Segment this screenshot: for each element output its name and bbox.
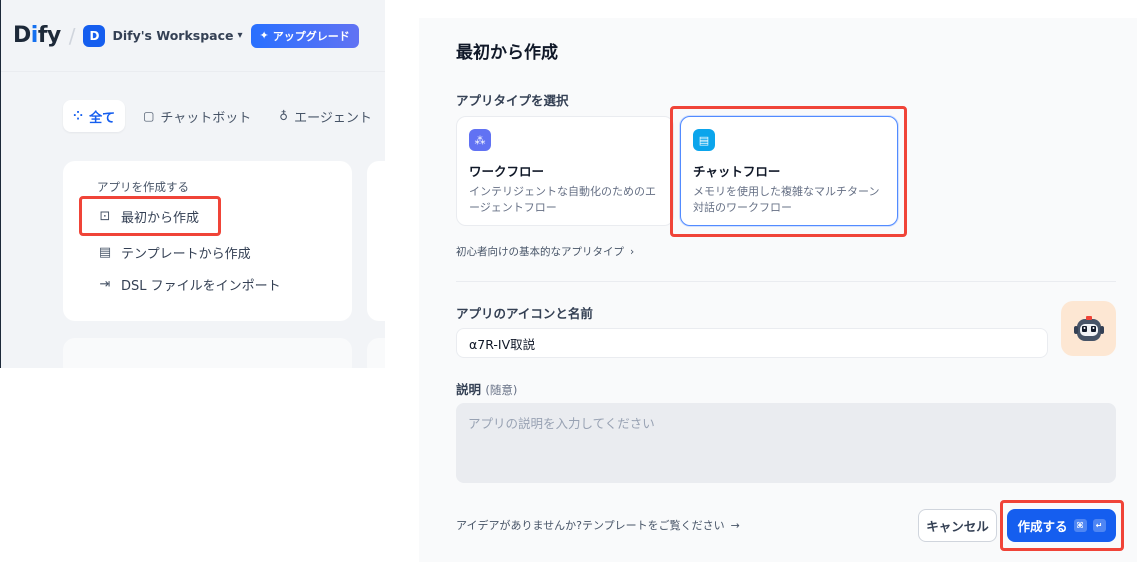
type-card-workflow[interactable]: ⁂ ワークフロー インテリジェントな自動化のためのエージェントフロー bbox=[456, 116, 674, 226]
create-from-blank[interactable]: ⊡ 最初から作成 bbox=[97, 207, 199, 226]
dialog-title: 最初から作成 bbox=[456, 43, 558, 63]
command-key-icon: ⌘ bbox=[1073, 519, 1087, 532]
chevron-right-icon: › bbox=[630, 245, 635, 258]
chevron-down-icon[interactable]: ▾ bbox=[237, 30, 242, 41]
import-icon: ⇥ bbox=[99, 277, 111, 292]
description-input[interactable] bbox=[456, 403, 1116, 483]
app-type-tabs: ⁘ 全て ▢ チャットボット ♁ エージェント ▭ bbox=[63, 100, 385, 132]
basic-app-types-link[interactable]: 初心者向けの基本的なアプリタイプ › bbox=[456, 244, 634, 259]
app-card-placeholder bbox=[63, 338, 352, 368]
import-dsl-file[interactable]: ⇥ DSL ファイルをインポート bbox=[97, 275, 281, 294]
app-name-input[interactable]: α7R-IV取説 bbox=[456, 328, 1048, 358]
app-list-panel: Dify / D Dify's Workspace ▾ ✦ アップグレード ⁘ … bbox=[0, 0, 385, 368]
new-file-icon: ⊡ bbox=[99, 209, 111, 224]
type-card-chatflow[interactable]: ▤ チャットフロー メモリを使用した複雑なマルチターン対話のワークフロー bbox=[680, 116, 898, 226]
cancel-button[interactable]: キャンセル bbox=[918, 509, 997, 542]
workspace-avatar[interactable]: D bbox=[83, 24, 106, 47]
tab-agent[interactable]: ♁ エージェント bbox=[269, 100, 382, 132]
template-icon: ▤ bbox=[98, 245, 112, 260]
arrow-right-icon: → bbox=[730, 518, 740, 532]
create-app-card: アプリを作成する ⊡ 最初から作成 ▤ テンプレートから作成 ⇥ DSL ファイ… bbox=[63, 161, 352, 321]
robot-icon[interactable] bbox=[1061, 301, 1116, 356]
enter-key-icon: ↵ bbox=[1092, 519, 1106, 532]
app-type-label: アプリタイプを選択 bbox=[456, 93, 569, 108]
breadcrumb-separator: / bbox=[68, 23, 76, 48]
divider bbox=[456, 281, 1116, 282]
create-button[interactable]: 作成する ⌘ ↵ bbox=[1007, 509, 1116, 542]
dify-logo[interactable]: Dify bbox=[13, 23, 61, 48]
upgrade-button[interactable]: ✦ アップグレード bbox=[250, 23, 359, 48]
workspace-name[interactable]: Dify's Workspace bbox=[112, 28, 233, 43]
grid-icon: ⁘ bbox=[73, 109, 84, 123]
workflow-icon: ⁂ bbox=[469, 129, 491, 151]
create-app-title: アプリを作成する bbox=[97, 180, 189, 194]
sparkle-icon: ✦ bbox=[259, 29, 269, 42]
create-from-blank-dialog: 最初から作成 アプリタイプを選択 ⁂ ワークフロー インテリジェントな自動化のた… bbox=[419, 18, 1137, 562]
tab-all[interactable]: ⁘ 全て bbox=[63, 100, 126, 132]
app-card-placeholder bbox=[367, 161, 385, 321]
chat-icon: ▢ bbox=[143, 109, 155, 123]
tab-chatbot[interactable]: ▢ チャットボット bbox=[133, 100, 261, 132]
app-card-placeholder bbox=[367, 338, 385, 368]
agent-icon: ♁ bbox=[279, 109, 289, 123]
description-label: 説明 (随意) bbox=[456, 382, 518, 397]
robot-icon-graphic bbox=[1073, 315, 1104, 341]
name-label: アプリのアイコンと名前 bbox=[456, 306, 593, 321]
create-from-template[interactable]: ▤ テンプレートから作成 bbox=[97, 243, 251, 262]
top-bar: Dify / D Dify's Workspace ▾ ✦ アップグレード bbox=[1, 0, 385, 72]
browse-templates-link[interactable]: アイデアがありませんか?テンプレートをご覧ください → bbox=[456, 517, 740, 533]
chatflow-icon: ▤ bbox=[693, 129, 715, 151]
